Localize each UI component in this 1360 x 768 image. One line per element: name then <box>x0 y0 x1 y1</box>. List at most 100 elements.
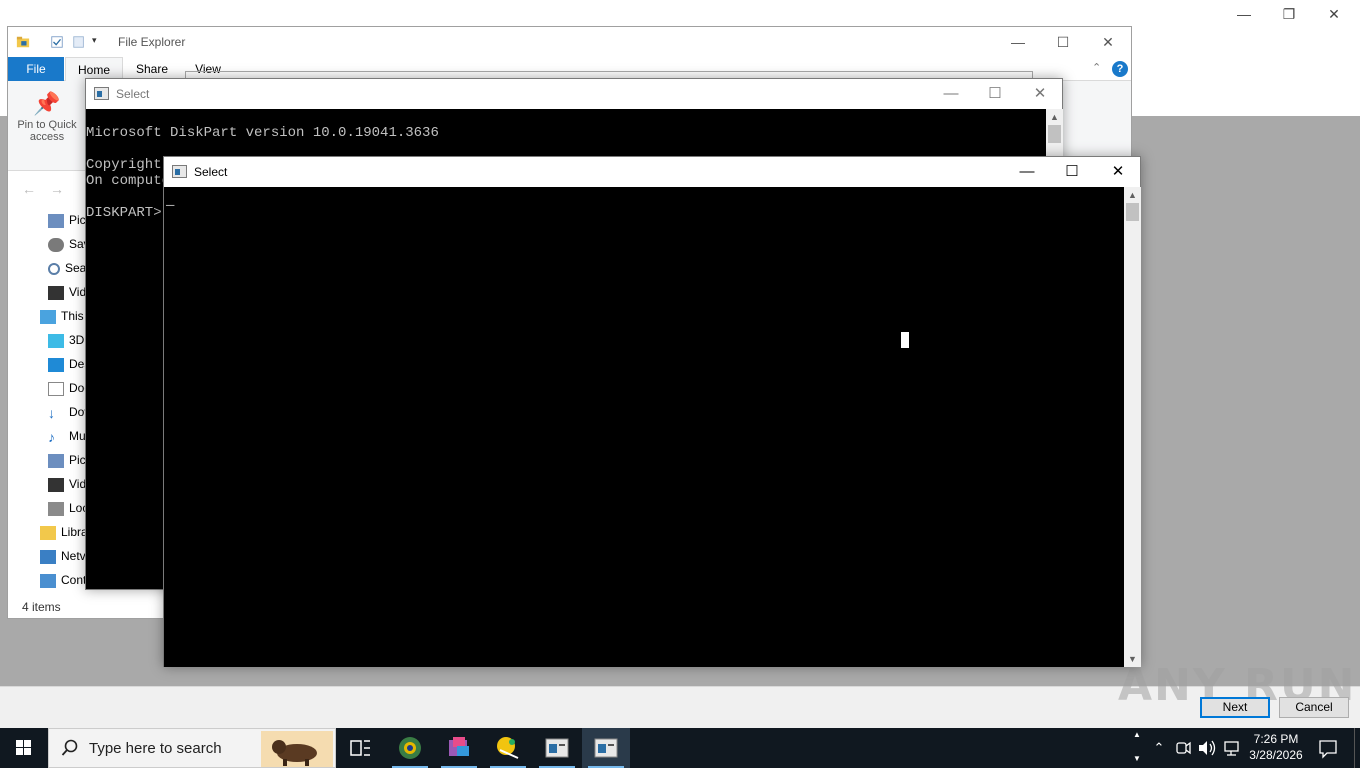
nav-item[interactable]: Des <box>48 353 90 375</box>
next-button[interactable]: Next <box>1200 697 1270 718</box>
console-back-maximize-button[interactable]: ☐ <box>980 83 1010 105</box>
nav-item[interactable]: ♪ Mu <box>48 425 86 447</box>
libraries-icon <box>40 525 56 540</box>
pin-label-line2: access <box>29 131 65 143</box>
saved-games-icon <box>48 237 64 252</box>
new-folder-icon[interactable] <box>72 35 86 49</box>
taskbar-app-browser[interactable] <box>386 728 434 768</box>
scroll-down-icon[interactable]: ▼ <box>1124 651 1141 667</box>
console-icon <box>94 87 109 100</box>
forward-arrow-icon[interactable]: → <box>50 181 64 197</box>
nav-item[interactable]: 3D <box>48 329 84 351</box>
status-bar-text: 4 items <box>22 600 61 614</box>
this-pc-icon <box>40 309 56 324</box>
chevron-down-icon[interactable]: ▼ <box>1133 754 1141 763</box>
console-icon <box>172 165 187 178</box>
nav-item[interactable]: ↓ Dov <box>48 401 90 423</box>
properties-icon[interactable] <box>50 35 64 49</box>
console-front-output[interactable]: _ <box>164 187 1124 667</box>
nav-item[interactable]: Vid <box>48 473 86 495</box>
taskbar-app-console-1[interactable] <box>533 728 581 768</box>
nav-item[interactable]: Doc <box>48 377 90 399</box>
network-icon <box>40 549 56 564</box>
help-icon[interactable]: ? <box>1112 61 1128 77</box>
console-front-maximize-button[interactable]: ☐ <box>1057 161 1087 183</box>
scroll-up-icon[interactable]: ▲ <box>1124 187 1141 203</box>
downloads-icon: ↓ <box>48 404 55 421</box>
console-app-icon <box>545 738 569 758</box>
explorer-minimize-button[interactable]: — <box>1003 32 1033 52</box>
show-desktop-button[interactable] <box>1354 728 1360 768</box>
pictures-icon <box>48 213 64 228</box>
console-back-minimize-button[interactable]: — <box>936 83 966 105</box>
installer-close-button[interactable]: ✕ <box>1322 4 1346 24</box>
console-front-close-button[interactable]: ✕ <box>1103 161 1133 183</box>
local-disk-icon <box>48 501 64 516</box>
nav-item[interactable]: Libra <box>40 521 88 543</box>
nav-item[interactable]: Sea <box>48 257 86 279</box>
console-line: Microsoft DiskPart version 10.0.19041.36… <box>86 125 439 141</box>
back-arrow-icon[interactable]: ← <box>22 181 36 197</box>
explorer-maximize-button[interactable]: ☐ <box>1048 32 1078 52</box>
scroll-up-icon[interactable]: ▲ <box>1046 109 1063 125</box>
search-placeholder: Type here to search <box>89 740 222 757</box>
explorer-title: File Explorer <box>118 35 186 49</box>
console-front-scrollbar[interactable]: ▲ ▼ <box>1124 187 1141 667</box>
nav-item[interactable]: Pic <box>48 449 86 471</box>
cancel-button[interactable]: Cancel <box>1279 697 1349 718</box>
taskbar-app-console-2[interactable] <box>582 728 630 768</box>
nav-item[interactable]: Vid <box>48 281 86 303</box>
console-back-close-button[interactable]: ✕ <box>1025 83 1055 105</box>
taskbar-clock[interactable]: 7:26 PM 3/28/2026 <box>1240 731 1312 763</box>
collapse-ribbon-icon[interactable]: ⌃ <box>1092 61 1101 74</box>
folder-icon <box>16 36 30 48</box>
pin-label-line1: Pin to Quick <box>17 119 77 131</box>
music-icon: ♪ <box>48 428 55 445</box>
start-button[interactable] <box>0 728 48 768</box>
desktop-icon <box>48 357 64 372</box>
installer-icon <box>449 737 469 756</box>
taskbar-scroll[interactable]: ▲ ▼ <box>1130 728 1146 768</box>
scroll-thumb[interactable] <box>1048 125 1061 143</box>
chevron-up-icon[interactable]: ▲ <box>1133 730 1141 739</box>
console-front-minimize-button[interactable]: — <box>1012 161 1042 183</box>
notifications-icon[interactable] <box>1316 728 1340 768</box>
installer-minimize-button[interactable]: — <box>1232 4 1256 24</box>
installer-restore-button[interactable]: ❐ <box>1277 4 1301 24</box>
nav-item[interactable]: This <box>40 305 84 327</box>
search-highlight-icon <box>261 731 333 767</box>
explorer-close-button[interactable]: ✕ <box>1093 32 1123 52</box>
diskpart-console-front: Select — ☐ ✕ _ ▲ ▼ <box>163 156 1141 667</box>
pin-icon: 📌 <box>33 91 61 116</box>
text-cursor-icon <box>901 332 909 348</box>
task-view-button[interactable] <box>336 728 384 768</box>
taskbar-search-box[interactable]: Type here to search <box>48 728 336 768</box>
console-front-titlebar: Select — ☐ ✕ <box>164 157 1140 187</box>
documents-icon <box>48 381 64 396</box>
browser-icon <box>399 737 421 759</box>
taskbar-app-installer[interactable] <box>435 728 483 768</box>
tab-file[interactable]: File <box>8 57 64 81</box>
clock-time: 7:26 PM <box>1253 732 1299 746</box>
meet-now-icon[interactable] <box>1174 728 1192 768</box>
nav-item[interactable]: Loc <box>48 497 88 519</box>
nav-item[interactable]: Pic <box>48 209 86 231</box>
nav-item[interactable]: Sav <box>48 233 90 255</box>
windows-logo-icon <box>16 740 31 755</box>
taskbar: Type here to search ▲ ▼ ⌃ 7:26 PM 3/28/2… <box>0 728 1360 768</box>
show-hidden-icons-icon[interactable]: ⌃ <box>1150 728 1168 768</box>
console-back-titlebar: Select — ☐ ✕ <box>86 79 1062 109</box>
console-back-scrollbar[interactable]: ▲ <box>1046 109 1063 157</box>
console-front-title: Select <box>194 165 228 179</box>
pin-to-quick-access-button[interactable]: 📌 Pin to Quick access <box>12 89 82 155</box>
pictures-icon <box>48 453 64 468</box>
volume-icon[interactable] <box>1196 728 1218 768</box>
customize-toolbar-icon[interactable]: ▾ <box>92 35 106 49</box>
scroll-thumb[interactable] <box>1126 203 1139 221</box>
network-icon[interactable] <box>1222 728 1242 768</box>
nav-item[interactable]: Netv <box>40 545 86 567</box>
taskbar-app-utility[interactable] <box>484 728 532 768</box>
nav-item[interactable]: Cont <box>40 569 86 591</box>
search-icon <box>48 262 60 275</box>
